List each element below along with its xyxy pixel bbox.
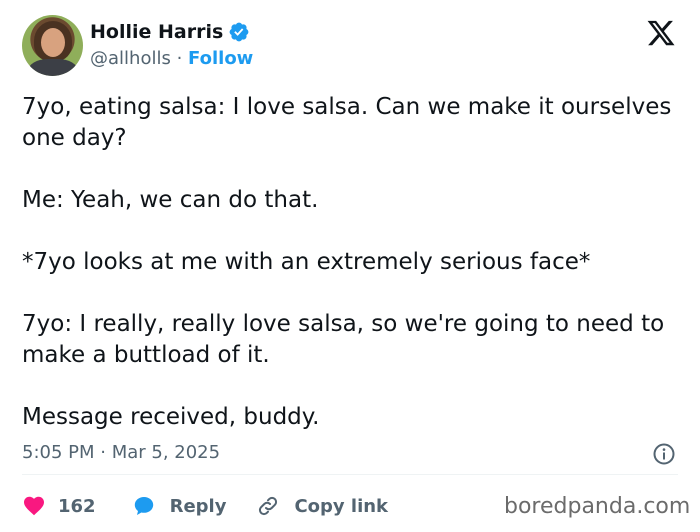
- avatar-shirt: [28, 59, 78, 76]
- copy-link-button[interactable]: Copy link: [256, 494, 388, 518]
- tweet-timestamp[interactable]: 5:05 PM · Mar 5, 2025: [22, 442, 220, 463]
- avatar[interactable]: [22, 15, 83, 76]
- divider: [22, 474, 678, 475]
- author-handle[interactable]: @allholls: [90, 48, 171, 69]
- like-count: 162: [58, 495, 96, 517]
- tweet-body: 7yo, eating salsa: I love salsa. Can we …: [22, 92, 672, 433]
- author-handle-row: @allholls · Follow: [90, 48, 253, 69]
- action-bar: 162 Reply Copy link: [22, 491, 388, 521]
- like-button[interactable]: 162: [22, 494, 96, 518]
- heart-icon: [24, 496, 44, 516]
- follow-button[interactable]: Follow: [188, 48, 253, 69]
- link-icon: [259, 496, 278, 516]
- verified-badge-icon: [228, 21, 250, 43]
- tweet-line: *7yo looks at me with an extremely serio…: [22, 249, 591, 275]
- tweet-line: Message received, buddy.: [22, 404, 320, 430]
- info-icon[interactable]: [652, 442, 676, 466]
- avatar-face: [41, 28, 65, 57]
- author-name-row: Hollie Harris: [90, 21, 250, 43]
- reply-bubble-icon: [134, 497, 153, 515]
- x-logo-icon[interactable]: [645, 18, 677, 48]
- copy-link-label: Copy link: [294, 495, 389, 517]
- reply-label: Reply: [169, 495, 227, 517]
- separator: ·: [176, 48, 183, 69]
- reply-button[interactable]: Reply: [132, 494, 227, 518]
- tweet-line: 7yo, eating salsa: I love salsa. Can we …: [22, 94, 672, 151]
- author-name[interactable]: Hollie Harris: [90, 21, 223, 43]
- tweet-line: Me: Yeah, we can do that.: [22, 187, 319, 213]
- watermark: boredpanda.com: [504, 494, 691, 519]
- tweet-line: 7yo: I really, really love salsa, so we'…: [22, 311, 665, 368]
